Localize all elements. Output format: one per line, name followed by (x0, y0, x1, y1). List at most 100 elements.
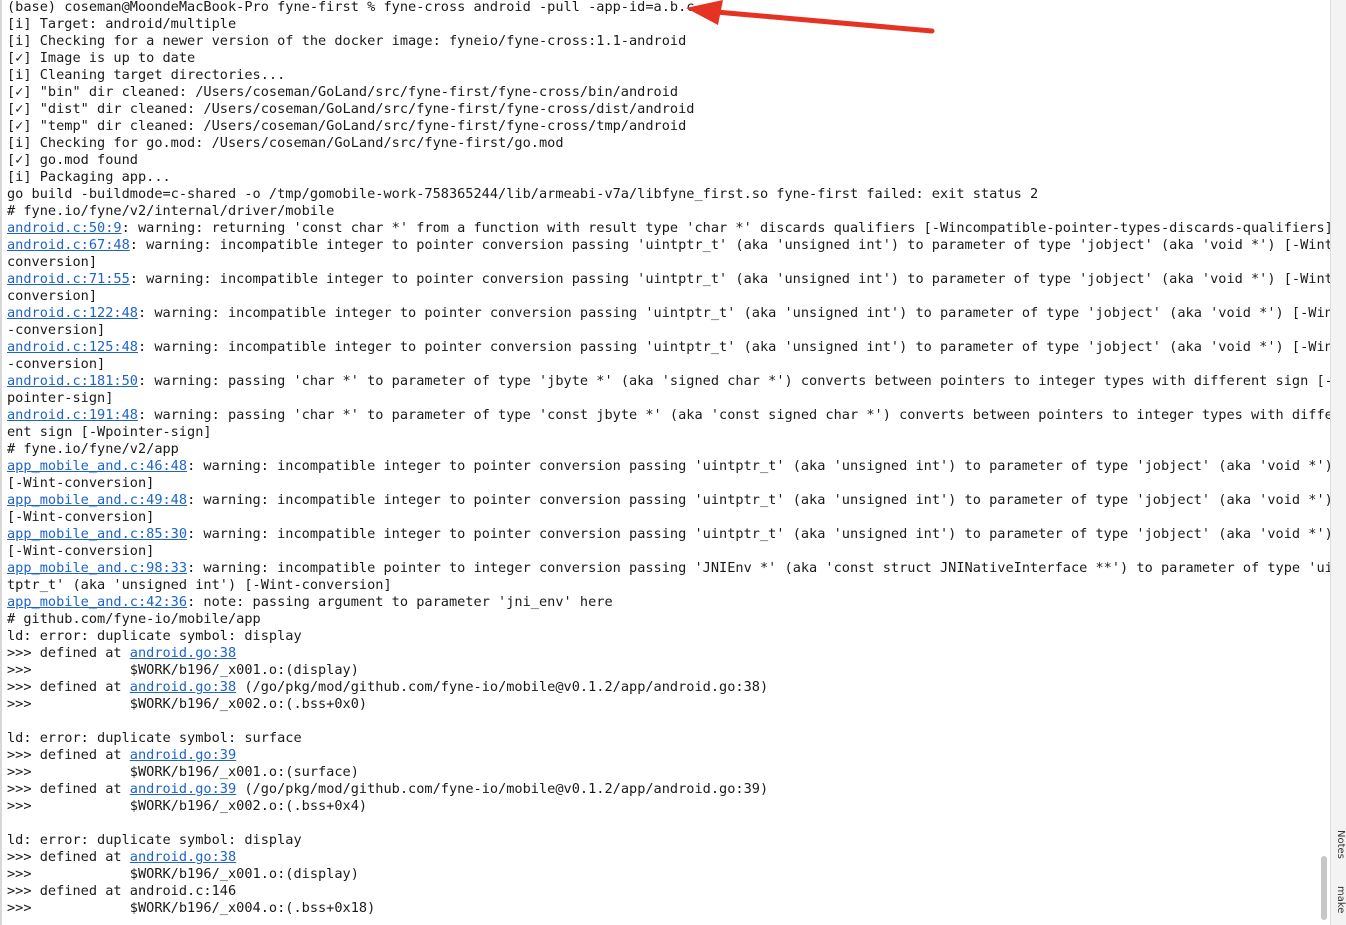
terminal-text: >>> defined at android.c:146 (7, 883, 237, 899)
terminal-text: pointer-sign] (7, 390, 114, 406)
terminal-text: >>> $WORK/b196/_x002.o:(.bss+0x0) (7, 696, 368, 712)
terminal-line: # github.com/fyne-io/mobile/app (7, 611, 1327, 628)
terminal-line: [i] Checking for a newer version of the … (7, 33, 1327, 50)
terminal-text: : warning: incompatible integer to point… (187, 492, 1330, 508)
terminal-text: : warning: incompatible integer to point… (137, 339, 1330, 355)
terminal-line: >>> $WORK/b196/_x002.o:(.bss+0x0) (7, 696, 1327, 713)
terminal-line: android.c:125:48: warning: incompatible … (7, 339, 1330, 356)
terminal-text: : warning: incompatible integer to point… (129, 237, 1330, 253)
terminal-text: (/go/pkg/mod/github.com/fyne-io/mobile@v… (236, 781, 769, 797)
file-location-link[interactable]: android.go:39 (130, 747, 236, 763)
terminal-line: android.c:181:50: warning: passing 'char… (7, 373, 1330, 390)
terminal-text: [i] Checking for a newer version of the … (7, 33, 687, 49)
terminal-output: (base) coseman@MoondeMacBook-Pro fyne-fi… (7, 0, 1330, 917)
terminal-line: >>> defined at android.go:39 (/go/pkg/mo… (7, 781, 1327, 798)
terminal-text: ld: error: duplicate symbol: display (7, 628, 302, 644)
terminal-line: [-Wint-conversion] (7, 475, 1327, 492)
terminal-text: >>> $WORK/b196/_x002.o:(.bss+0x4) (7, 798, 368, 814)
terminal-text: conversion] (7, 254, 98, 270)
terminal-line: ent sign [-Wpointer-sign] (7, 424, 1327, 441)
terminal-text: ld: error: duplicate symbol: surface (7, 730, 302, 746)
terminal-text: [-Wint-conversion] (7, 475, 155, 491)
terminal-text: conversion] (7, 288, 98, 304)
terminal-line: -conversion] (7, 356, 1327, 373)
file-location-link[interactable]: android.c:122:48 (7, 305, 138, 321)
terminal-text: >>> $WORK/b196/_x001.o:(display) (7, 662, 359, 678)
terminal-text: [✓] go.mod found (7, 152, 138, 168)
terminal-line: [i] Checking for go.mod: /Users/coseman/… (7, 135, 1327, 152)
terminal-text: [i] Checking for go.mod: /Users/coseman/… (7, 135, 564, 151)
file-location-link[interactable]: android.go:38 (130, 679, 236, 695)
file-location-link[interactable]: android.go:39 (130, 781, 236, 797)
file-location-link[interactable]: android.go:38 (130, 645, 236, 661)
terminal-line: app_mobile_and.c:46:48: warning: incompa… (7, 458, 1330, 475)
terminal-line: [✓] "dist" dir cleaned: /Users/coseman/G… (7, 101, 1327, 118)
terminal-text: (base) coseman@MoondeMacBook-Pro fyne-fi… (7, 0, 695, 15)
terminal-line: >>> defined at android.go:38 (7, 645, 1327, 662)
terminal-line: [i] Packaging app... (7, 169, 1327, 186)
terminal-line: android.c:67:48: warning: incompatible i… (7, 237, 1330, 254)
file-location-link[interactable]: app_mobile_and.c:46:48 (7, 458, 187, 474)
terminal-text: ld: error: duplicate symbol: display (7, 832, 302, 848)
terminal-line: [✓] Image is up to date (7, 50, 1327, 67)
terminal-line: >>> $WORK/b196/_x004.o:(.bss+0x18) (7, 900, 1327, 917)
terminal-text: >>> defined at (7, 849, 130, 865)
terminal-line: android.c:122:48: warning: incompatible … (7, 305, 1330, 322)
file-location-link[interactable]: app_mobile_and.c:49:48 (7, 492, 187, 508)
terminal-text: [i] Target: android/multiple (7, 16, 237, 32)
terminal-text: # github.com/fyne-io/mobile/app (7, 611, 261, 627)
file-location-link[interactable]: app_mobile_and.c:85:30 (7, 526, 187, 542)
file-location-link[interactable]: android.c:71:55 (7, 271, 130, 287)
terminal-line: android.c:71:55: warning: incompatible i… (7, 271, 1330, 288)
terminal-window[interactable]: (base) coseman@MoondeMacBook-Pro fyne-fi… (0, 0, 1330, 925)
file-location-link[interactable]: android.c:181:50 (7, 373, 138, 389)
terminal-line: >>> defined at android.go:38 (7, 849, 1327, 866)
terminal-line: >>> $WORK/b196/_x001.o:(display) (7, 662, 1327, 679)
file-location-link[interactable]: android.c:125:48 (7, 339, 138, 355)
terminal-line: -conversion] (7, 322, 1327, 339)
terminal-text: (/go/pkg/mod/github.com/fyne-io/mobile@v… (236, 679, 769, 695)
terminal-text: >>> defined at (7, 679, 130, 695)
terminal-line: conversion] (7, 288, 1327, 305)
terminal-line: >>> defined at android.c:146 (7, 883, 1327, 900)
terminal-line: [✓] "bin" dir cleaned: /Users/coseman/Go… (7, 84, 1327, 101)
side-panel: Notes make (1330, 0, 1346, 925)
vertical-scrollbar[interactable] (1321, 856, 1327, 920)
terminal-text: : warning: incompatible integer to point… (187, 458, 1330, 474)
terminal-text: : warning: passing 'char *' to parameter… (137, 373, 1330, 389)
terminal-line: [i] Cleaning target directories... (7, 67, 1327, 84)
terminal-line: >>> $WORK/b196/_x001.o:(surface) (7, 764, 1327, 781)
terminal-line: android.c:50:9: warning: returning 'cons… (7, 220, 1330, 237)
terminal-text: : note: passing argument to parameter 'j… (187, 594, 613, 610)
terminal-text: tptr_t' (aka 'unsigned int') [-Wint-conv… (7, 577, 392, 593)
terminal-text: [-Wint-conversion] (7, 509, 155, 525)
terminal-line: tptr_t' (aka 'unsigned int') [-Wint-conv… (7, 577, 1327, 594)
file-location-link[interactable]: android.c:67:48 (7, 237, 130, 253)
file-location-link[interactable]: app_mobile_and.c:98:33 (7, 560, 187, 576)
terminal-line: ld: error: duplicate symbol: display (7, 832, 1327, 849)
terminal-text: >>> defined at (7, 645, 130, 661)
terminal-text: # fyne.io/fyne/v2/app (7, 441, 179, 457)
terminal-text: [i] Packaging app... (7, 169, 171, 185)
terminal-text: : warning: passing 'char *' to parameter… (137, 407, 1330, 423)
file-location-link[interactable]: android.c:191:48 (7, 407, 138, 423)
terminal-line: [-Wint-conversion] (7, 509, 1327, 526)
terminal-text: [-Wint-conversion] (7, 543, 155, 559)
terminal-line: >>> $WORK/b196/_x002.o:(.bss+0x4) (7, 798, 1327, 815)
file-location-link[interactable]: android.c:50:9 (7, 220, 122, 236)
terminal-line: (base) coseman@MoondeMacBook-Pro fyne-fi… (7, 0, 1327, 16)
terminal-line: go build -buildmode=c-shared -o /tmp/gom… (7, 186, 1327, 203)
terminal-line: app_mobile_and.c:42:36: note: passing ar… (7, 594, 1327, 611)
terminal-text: # fyne.io/fyne/v2/internal/driver/mobile (7, 203, 335, 219)
notes-tab[interactable]: Notes (1332, 826, 1346, 862)
make-tab[interactable]: make (1332, 878, 1346, 922)
terminal-line: >>> defined at android.go:38 (/go/pkg/mo… (7, 679, 1327, 696)
terminal-text: >>> defined at (7, 747, 130, 763)
terminal-text: -conversion] (7, 356, 106, 372)
file-location-link[interactable]: android.go:38 (130, 849, 236, 865)
terminal-line: >>> $WORK/b196/_x001.o:(display) (7, 866, 1327, 883)
terminal-text: >>> $WORK/b196/_x001.o:(display) (7, 866, 359, 882)
file-location-link[interactable]: app_mobile_and.c:42:36 (7, 594, 187, 610)
